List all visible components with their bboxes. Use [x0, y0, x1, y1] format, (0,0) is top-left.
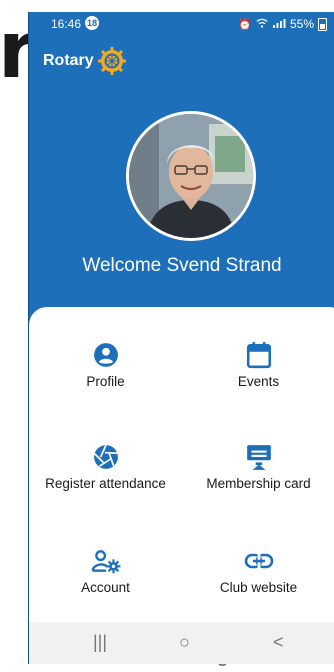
welcome-message: Welcome Svend Strand [82, 255, 282, 276]
profile-tile[interactable]: Profile [29, 341, 182, 389]
avatar [126, 111, 256, 241]
recents-button[interactable]: ||| [93, 632, 107, 653]
menu-panel: Profile Events Register attendance Membe… [29, 307, 334, 664]
brand-name: Rotary [43, 52, 94, 69]
club-website-label: Club website [219, 580, 298, 595]
calendar-icon [182, 341, 334, 369]
badge-card-icon [182, 443, 334, 471]
events-tile[interactable]: Events [182, 341, 334, 389]
alarm-icon: ⏰ [238, 18, 252, 31]
status-bar: 16:46 18 ⏰ 55% [29, 12, 334, 36]
rotary-wheel-icon [97, 46, 127, 76]
events-label: Events [237, 374, 280, 389]
register-attendance-tile[interactable]: Register attendance [29, 443, 182, 491]
membership-card-label: Membership card [206, 476, 311, 491]
account-settings-icon [29, 547, 182, 575]
membership-card-tile[interactable]: Membership card [182, 443, 334, 491]
status-time: 16:46 [51, 17, 82, 31]
register-attendance-label: Register attendance [45, 476, 166, 491]
wifi-icon [256, 18, 268, 31]
account-tile[interactable]: Account [29, 547, 182, 595]
signal-icon [272, 18, 286, 31]
status-right-cluster: ⏰ 55% [238, 17, 327, 31]
android-nav-bar: ||| ○ < [29, 622, 334, 664]
battery-icon [318, 17, 327, 31]
account-label: Account [81, 580, 130, 595]
home-button[interactable]: ○ [179, 632, 190, 653]
back-button[interactable]: < [273, 632, 284, 653]
profile-label: Profile [86, 374, 125, 389]
camera-shutter-icon [29, 443, 182, 471]
club-website-tile[interactable]: Club website [182, 547, 334, 595]
notification-count-badge: 18 [85, 16, 99, 30]
battery-percent: 55% [289, 17, 314, 31]
rotary-logo: Rotary [43, 46, 127, 76]
link-icon [182, 547, 334, 575]
account-circle-icon [29, 341, 182, 369]
phone-screen: 16:46 18 ⏰ 55% Rotary Welcome Svend Stra… [28, 12, 334, 664]
